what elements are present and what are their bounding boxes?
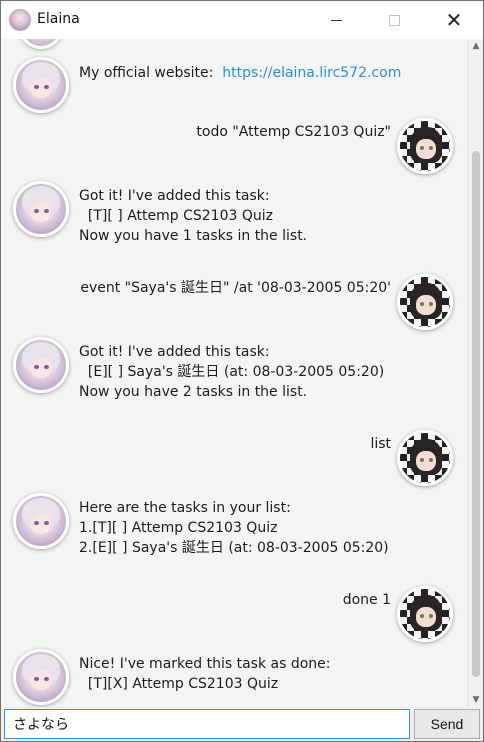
bot-message-text: Nice! I've marked this task as done: [T]…	[79, 656, 331, 692]
maximize-icon	[388, 14, 400, 26]
user-message-row: done 1	[1, 586, 467, 642]
user-message-row: event "Saya's 誕生日" /at '08-03-2005 05:20…	[1, 274, 467, 330]
window-title: Elaina	[37, 11, 80, 27]
bot-message-row: Got it! I've added this task: [T][ ] Att…	[1, 181, 467, 244]
user-avatar	[397, 586, 453, 642]
scroll-up-arrow-icon[interactable]: ▲	[468, 39, 484, 53]
user-avatar	[397, 118, 453, 174]
bot-message-row: My official website: https://elaina.lirc…	[1, 57, 467, 113]
bot-avatar	[13, 649, 69, 705]
minimize-icon	[330, 19, 342, 21]
title-bar[interactable]: Elaina ✕	[1, 1, 483, 39]
bot-message-row: Nice! I've marked this task as done: [T]…	[1, 649, 467, 707]
send-button[interactable]: Send	[414, 709, 480, 739]
scrollbar-thumb[interactable]	[472, 151, 480, 677]
close-button[interactable]: ✕	[425, 1, 483, 39]
minimize-button[interactable]	[307, 1, 365, 39]
input-bar: Send	[1, 707, 483, 741]
app-window: Elaina ✕ My official website: https://el…	[0, 0, 484, 742]
user-message-text: todo "Attemp CS2103 Quiz"	[196, 124, 391, 140]
user-avatar	[397, 430, 453, 486]
bot-message-text: My official website: https://elaina.lirc…	[79, 63, 401, 83]
vertical-scrollbar[interactable]: ▲ ▼	[467, 39, 483, 707]
bot-avatar	[13, 57, 69, 113]
user-message-row: todo "Attemp CS2103 Quiz"	[1, 118, 467, 174]
message-input[interactable]	[4, 709, 410, 739]
bot-message-text: Got it! I've added this task: [T][ ] Att…	[79, 188, 308, 244]
user-message-text: done 1	[342, 592, 391, 608]
bot-avatar	[13, 181, 69, 237]
bot-message-row: Got it! I've added this task: [E][ ] Say…	[1, 337, 467, 400]
bot-message-text: Here are the tasks in your list: 1.[T][ …	[79, 500, 389, 556]
bot-message-label: My official website:	[79, 65, 214, 81]
bot-avatar	[13, 493, 69, 549]
user-message-text: event "Saya's 誕生日" /at '08-03-2005 05:20…	[80, 280, 391, 296]
website-link[interactable]: https://elaina.lirc572.com	[222, 65, 401, 81]
scroll-down-arrow-icon[interactable]: ▼	[468, 693, 484, 707]
chat-area[interactable]: My official website: https://elaina.lirc…	[1, 39, 467, 707]
bot-message-row: Here are the tasks in your list: 1.[T][ …	[1, 493, 467, 556]
bot-message-text: Got it! I've added this task: [E][ ] Say…	[79, 344, 385, 400]
bot-avatar-partial	[17, 39, 65, 49]
bot-avatar	[13, 337, 69, 393]
app-avatar-icon	[9, 9, 31, 31]
user-avatar	[397, 274, 453, 330]
user-message-text: list	[370, 436, 391, 452]
user-message-row: list	[1, 430, 467, 486]
maximize-button[interactable]	[365, 1, 423, 39]
close-icon: ✕	[445, 8, 463, 32]
